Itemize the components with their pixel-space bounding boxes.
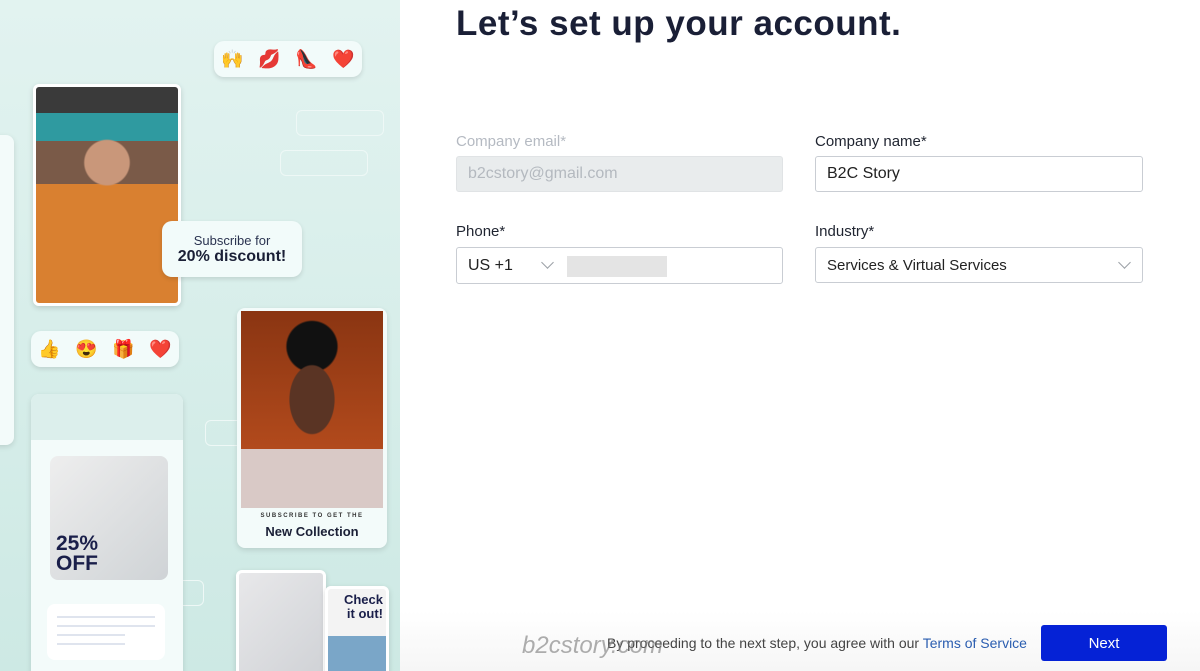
chevron-down-icon[interactable] (541, 256, 554, 269)
email-label: Company email* (456, 133, 567, 150)
terms-link[interactable]: Terms of Service (923, 635, 1027, 651)
signup-form: Let’s set up your account. Company email… (400, 0, 1200, 671)
industry-select[interactable]: Services & Virtual Services (815, 247, 1143, 283)
company-label: Company name* (815, 133, 927, 150)
phone-label: Phone* (456, 223, 506, 240)
watermark: b2cstory.com (522, 632, 663, 659)
ghost-bubble (296, 110, 384, 136)
discount-text: 20% discount! (177, 247, 287, 265)
gift-icon: 🎁 (112, 338, 135, 359)
heart-icon: ❤️ (149, 338, 172, 359)
phone-card: 25% OFF (31, 394, 183, 671)
raised-hands-icon: 🙌 (221, 48, 244, 69)
check-out-text: Check it out! (343, 592, 383, 621)
sale-percent: 25% (56, 532, 99, 555)
company-name-field[interactable]: B2C Story (815, 156, 1143, 192)
message-card (47, 604, 165, 660)
heart-icon: ❤️ (332, 48, 355, 69)
collection-title: New Collection (265, 524, 359, 539)
collection-card: SUBSCRIBE TO GET THE New Collection (237, 308, 387, 548)
heel-icon: 👠 (295, 48, 318, 69)
company-value: B2C Story (827, 165, 900, 182)
sneaker-image: 25% OFF (50, 456, 168, 580)
check-card: Check it out! (325, 586, 389, 671)
emoji-bubble-bottom: 👍 😍 🎁 ❤️ (31, 331, 179, 367)
heart-eyes-icon: 😍 (75, 338, 98, 359)
side-card (0, 135, 14, 445)
model-photo-2 (241, 311, 383, 508)
promo-panel: 🙌 💋 👠 ❤️ Subscribe for 20% discount! 👍 😍… (0, 0, 400, 671)
country-code-select[interactable]: US +1 (468, 257, 513, 275)
next-button[interactable]: Next (1041, 625, 1167, 661)
industry-value: Services & Virtual Services (827, 256, 1007, 274)
collection-subtitle: SUBSCRIBE TO GET THE (260, 513, 364, 519)
industry-label: Industry* (815, 223, 875, 240)
subscribe-text: Subscribe for (193, 232, 271, 248)
email-field: b2cstory@gmail.com (456, 156, 783, 192)
chevron-down-icon[interactable] (1118, 256, 1131, 269)
email-value: b2cstory@gmail.com (468, 165, 618, 182)
subscribe-bubble: Subscribe for 20% discount! (162, 221, 302, 277)
phone-number-input[interactable] (567, 256, 667, 277)
lips-icon: 💋 (258, 48, 281, 69)
model-photo-1 (33, 84, 181, 306)
sale-off: OFF (56, 552, 98, 575)
emoji-bubble-top: 🙌 💋 👠 ❤️ (214, 41, 362, 77)
phone-field[interactable]: US +1 (456, 247, 783, 284)
sneaker-photo (236, 570, 326, 671)
thumbs-up-icon: 👍 (38, 338, 61, 359)
page-title: Let’s set up your account. (456, 4, 902, 43)
ghost-bubble (280, 150, 368, 176)
